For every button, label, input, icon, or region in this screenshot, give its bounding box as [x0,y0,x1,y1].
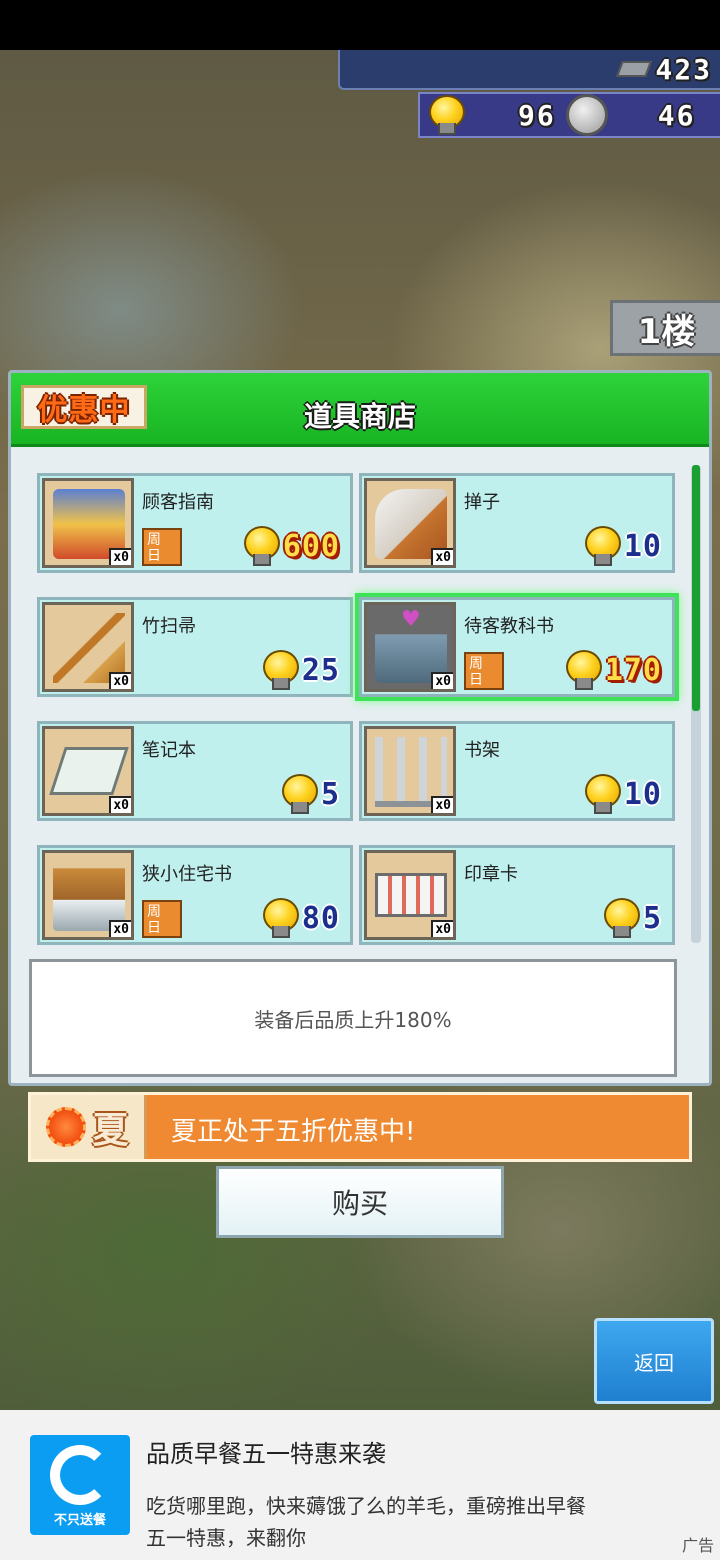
item-card[interactable]: x0 书架 10 [359,721,675,821]
weekday-badge: 周 日 [464,652,504,690]
item-count: x0 [431,796,453,813]
ad-body[interactable]: 吃货哪里跑，快来薅饿了么的羊毛，重磅推出早餐五一特惠，来翻你 [146,1490,596,1548]
item-price: 80 [260,898,340,938]
bulb-coin-icon [260,898,299,938]
item-name: 印章卡 [464,864,518,885]
price-value: 5 [642,900,662,936]
item-price: 10 [582,526,662,566]
item-card[interactable]: x0 掸子 10 [359,473,675,573]
status-bar [0,0,720,50]
item-thumbnail: x0 [364,726,456,816]
ticket-icon [616,61,653,77]
bulb-coin-icon [582,774,621,814]
ticket-counter: 423 [338,50,720,90]
shop-header: 优惠中 道具商店 [11,373,709,447]
floor-label: 1楼 [637,311,696,352]
ticket-count: 423 [655,52,712,86]
item-thumbnail: x0 [364,850,456,940]
price-value: 80 [301,900,340,936]
item-card[interactable]: x0 竹扫帚 25 [37,597,353,697]
ad-logo[interactable]: 不只送餐 [30,1435,130,1535]
weekday-badge: 周 日 [142,900,182,938]
bulb-coin-icon [582,526,621,566]
item-shop-dialog: 优惠中 道具商店 x0 顾客指南 周 日 600 x0 掸子 10 x0 竹扫帚… [8,370,712,1086]
bulb-coin-icon [601,898,640,938]
item-thumbnail: x0 [42,602,134,692]
item-count: x0 [431,548,453,565]
item-name: 顾客指南 [142,492,214,513]
item-name: 书架 [464,740,500,761]
item-name: 狭小住宅书 [142,864,232,885]
bulb-coin-icon [426,95,465,135]
item-thumbnail: x0 [42,850,134,940]
stamp-card-icon [375,873,447,917]
price-value: 10 [623,776,662,812]
item-count: x0 [109,672,131,689]
price-value: 170 [604,652,662,688]
item-card[interactable]: x0 狭小住宅书 周 日 80 [37,845,353,945]
silver-coin-icon [565,94,608,136]
item-count: x0 [109,920,131,937]
item-price: 25 [260,650,340,690]
scrollbar-thumb[interactable] [692,465,700,711]
bulb-coin-icon [260,650,299,690]
item-price: 5 [601,898,662,938]
item-list[interactable]: x0 顾客指南 周 日 600 x0 掸子 10 x0 竹扫帚 25 ♥ x0 … [29,463,677,945]
ad-title[interactable]: 品质早餐五一特惠来袭 [146,1434,386,1469]
ad-label: 广告 [681,1536,714,1555]
item-name: 笔记本 [142,740,196,761]
bulb-coin-icon [241,526,280,566]
item-card[interactable]: x0 顾客指南 周 日 600 [37,473,353,573]
item-thumbnail: x0 [42,726,134,816]
item-description: 装备后品质上升180% [29,959,677,1077]
bulb-count: 96 [518,98,556,132]
price-value: 10 [623,528,662,564]
item-thumbnail: ♥ x0 [364,602,456,692]
item-name: 掸子 [464,492,500,513]
shop-title: 道具商店 [303,400,416,433]
season-sale-banner: 夏 夏正处于五折优惠中! [28,1092,692,1162]
notebook-icon [49,747,129,795]
price-value: 5 [320,776,340,812]
item-card[interactable]: x0 印章卡 5 [359,845,675,945]
floor-indicator[interactable]: 1楼 [610,300,720,356]
item-name: 竹扫帚 [142,616,196,637]
item-count: x0 [431,672,453,689]
item-price: 5 [279,774,340,814]
item-list-scrollbar[interactable] [691,465,701,943]
bulb-coin-icon [279,774,318,814]
item-count: x0 [109,548,131,565]
item-price: 10 [582,774,662,814]
item-price: 600 [241,526,340,566]
back-button[interactable]: 返回 [594,1318,714,1404]
item-card-selected[interactable]: ♥ x0 待客教科书 周 日 170 [359,597,675,697]
item-count: x0 [109,796,131,813]
bulb-coin-icon [563,650,602,690]
item-thumbnail: x0 [42,478,134,568]
ad-banner[interactable]: 不只送餐 品质早餐五一特惠来袭 吃货哪里跑，快来薅饿了么的羊毛，重磅推出早餐五一… [0,1410,720,1560]
price-value: 600 [282,528,340,564]
ad-logo-label: 不只送餐 [53,1513,106,1528]
silver-count: 46 [657,98,696,132]
item-price: 170 [563,650,662,690]
heart-icon: ♥ [401,607,421,632]
buy-button[interactable]: 购买 [216,1166,504,1238]
money-counter: 96 46 [418,92,720,138]
sun-icon [46,1107,87,1147]
item-card[interactable]: x0 笔记本 5 [37,721,353,821]
item-thumbnail: x0 [364,478,456,568]
season-message: 夏正处于五折优惠中! [171,1117,416,1147]
weekday-badge: 周 日 [142,528,182,566]
summer-icon: 夏 [31,1095,147,1159]
price-value: 25 [301,652,340,688]
eleme-logo-icon [50,1445,110,1505]
season-char: 夏 [92,1110,129,1151]
item-name: 待客教科书 [464,616,554,637]
item-count: x0 [431,920,453,937]
